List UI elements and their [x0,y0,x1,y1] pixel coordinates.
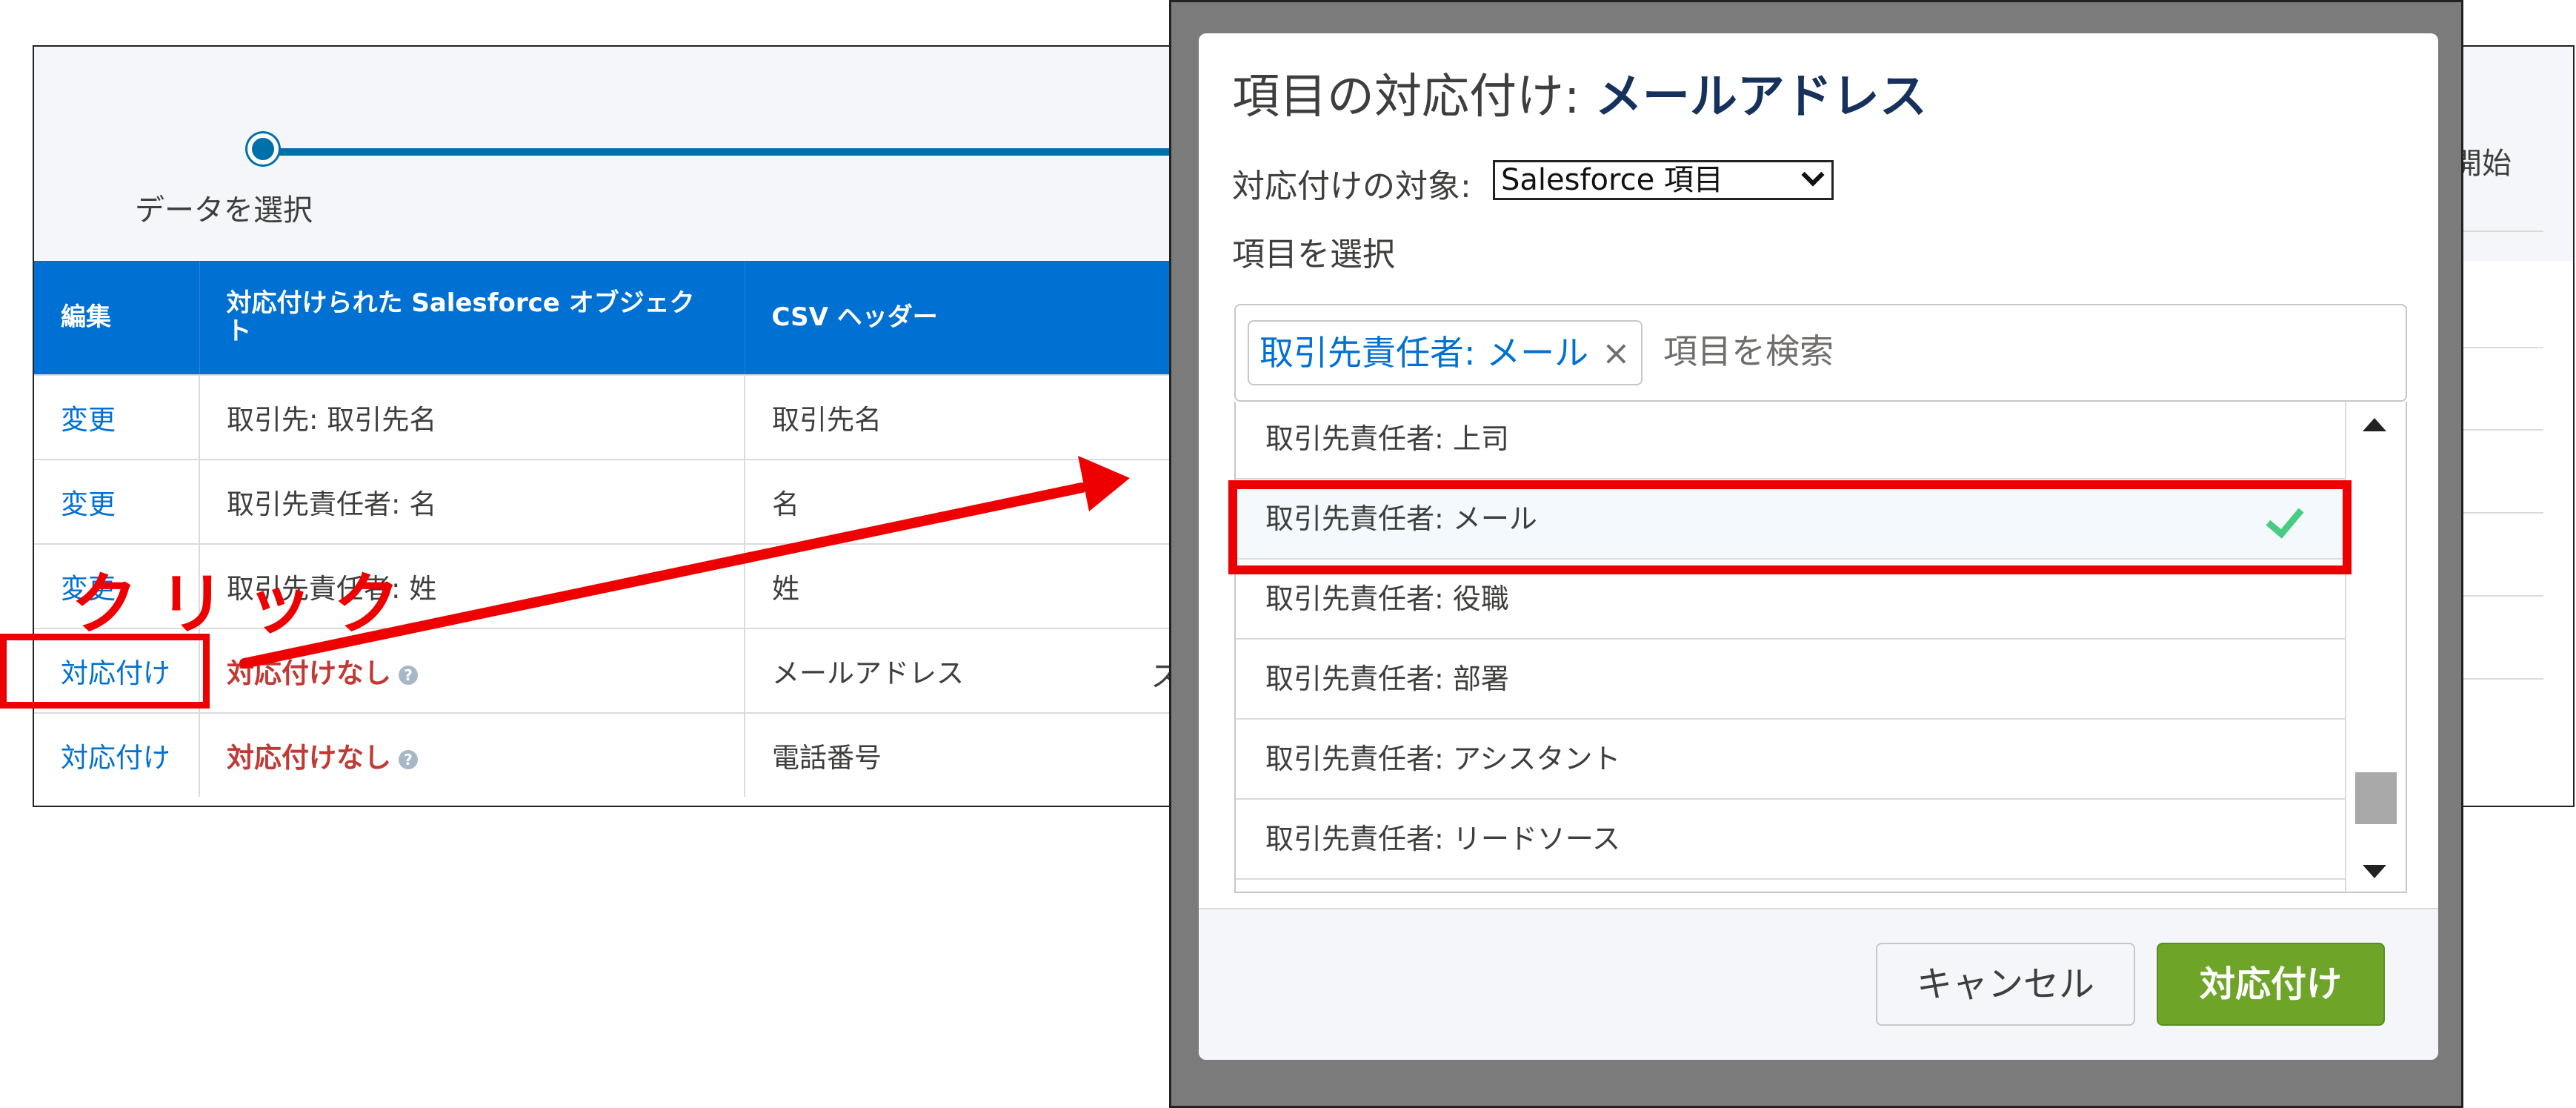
arrow-shaft [239,482,1087,669]
arrow-head [1078,456,1130,511]
annotation-arrow [239,456,1130,669]
